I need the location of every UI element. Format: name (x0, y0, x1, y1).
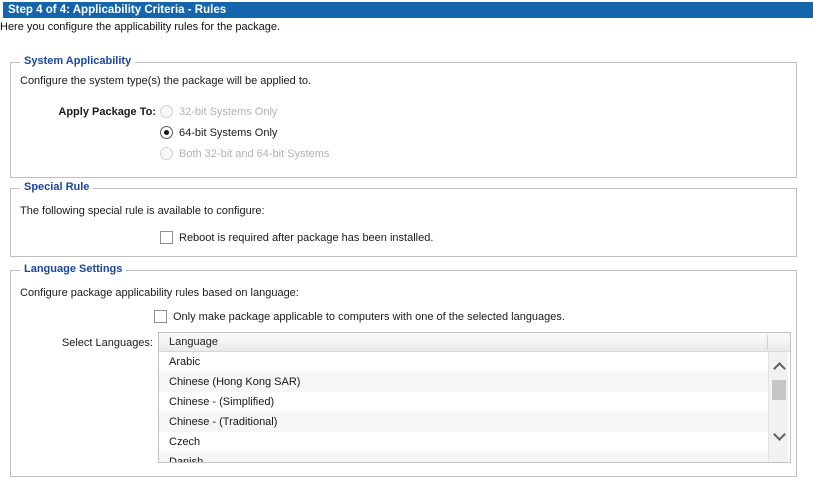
group-title-language-settings: Language Settings (20, 263, 126, 275)
select-languages-label: Select Languages: (11, 337, 153, 349)
list-item-czech[interactable]: Czech (159, 432, 768, 452)
reboot-required-checkbox[interactable] (160, 231, 173, 244)
radio-both-systems (160, 147, 173, 160)
reboot-checkbox-row[interactable]: Reboot is required after package has bee… (160, 230, 433, 245)
group-system-applicability: System Applicability Configure the syste… (10, 62, 797, 178)
list-item-chinese-simplified[interactable]: Chinese - (Simplified) (159, 392, 768, 412)
radio-both-label: Both 32-bit and 64-bit Systems (179, 148, 329, 160)
vertical-scrollbar[interactable] (768, 352, 788, 462)
language-checkbox-label: Only make package applicable to computer… (173, 311, 565, 323)
radio-64bit-label: 64-bit Systems Only (179, 127, 277, 139)
step-subtitle: Here you configure the applicability rul… (0, 21, 280, 33)
list-item-chinese-hong-kong[interactable]: Chinese (Hong Kong SAR) (159, 372, 768, 392)
apply-package-to-label: Apply Package To: (11, 106, 156, 118)
group-language-settings: Language Settings Configure package appl… (10, 270, 797, 477)
chevron-up-icon[interactable] (773, 362, 786, 375)
chevron-down-icon[interactable] (773, 428, 786, 441)
radio-32bit-systems-only (160, 105, 173, 118)
list-item-danish[interactable]: Danish (159, 452, 768, 463)
language-settings-description: Configure package applicability rules ba… (20, 287, 299, 299)
step-title-bar: Step 4 of 4: Applicability Criteria - Ru… (3, 2, 813, 18)
only-selected-languages-checkbox[interactable] (154, 310, 167, 323)
radio-64bit-systems-only[interactable] (160, 126, 173, 139)
radio-option-64bit[interactable]: 64-bit Systems Only (160, 125, 277, 140)
system-applicability-description: Configure the system type(s) the package… (20, 75, 311, 87)
language-checkbox-row[interactable]: Only make package applicable to computer… (154, 309, 565, 324)
list-item-arabic[interactable]: Arabic (159, 352, 768, 372)
scrollbar-thumb[interactable] (772, 380, 786, 400)
reboot-checkbox-label: Reboot is required after package has bee… (179, 232, 433, 244)
radio-option-32bit: 32-bit Systems Only (160, 104, 277, 119)
radio-32bit-label: 32-bit Systems Only (179, 106, 277, 118)
language-column-header[interactable]: Language (159, 333, 790, 352)
wizard-page: Step 4 of 4: Applicability Criteria - Ru… (0, 0, 813, 485)
group-special-rule: Special Rule The following special rule … (10, 188, 797, 257)
list-item-chinese-traditional[interactable]: Chinese - (Traditional) (159, 412, 768, 432)
special-rule-description: The following special rule is available … (20, 205, 265, 217)
language-listview[interactable]: Language Arabic Chinese (Hong Kong SAR) … (158, 332, 791, 463)
column-divider (767, 335, 768, 350)
group-title-special-rule: Special Rule (20, 181, 93, 193)
group-title-system-applicability: System Applicability (20, 55, 135, 67)
radio-option-both: Both 32-bit and 64-bit Systems (160, 146, 329, 161)
